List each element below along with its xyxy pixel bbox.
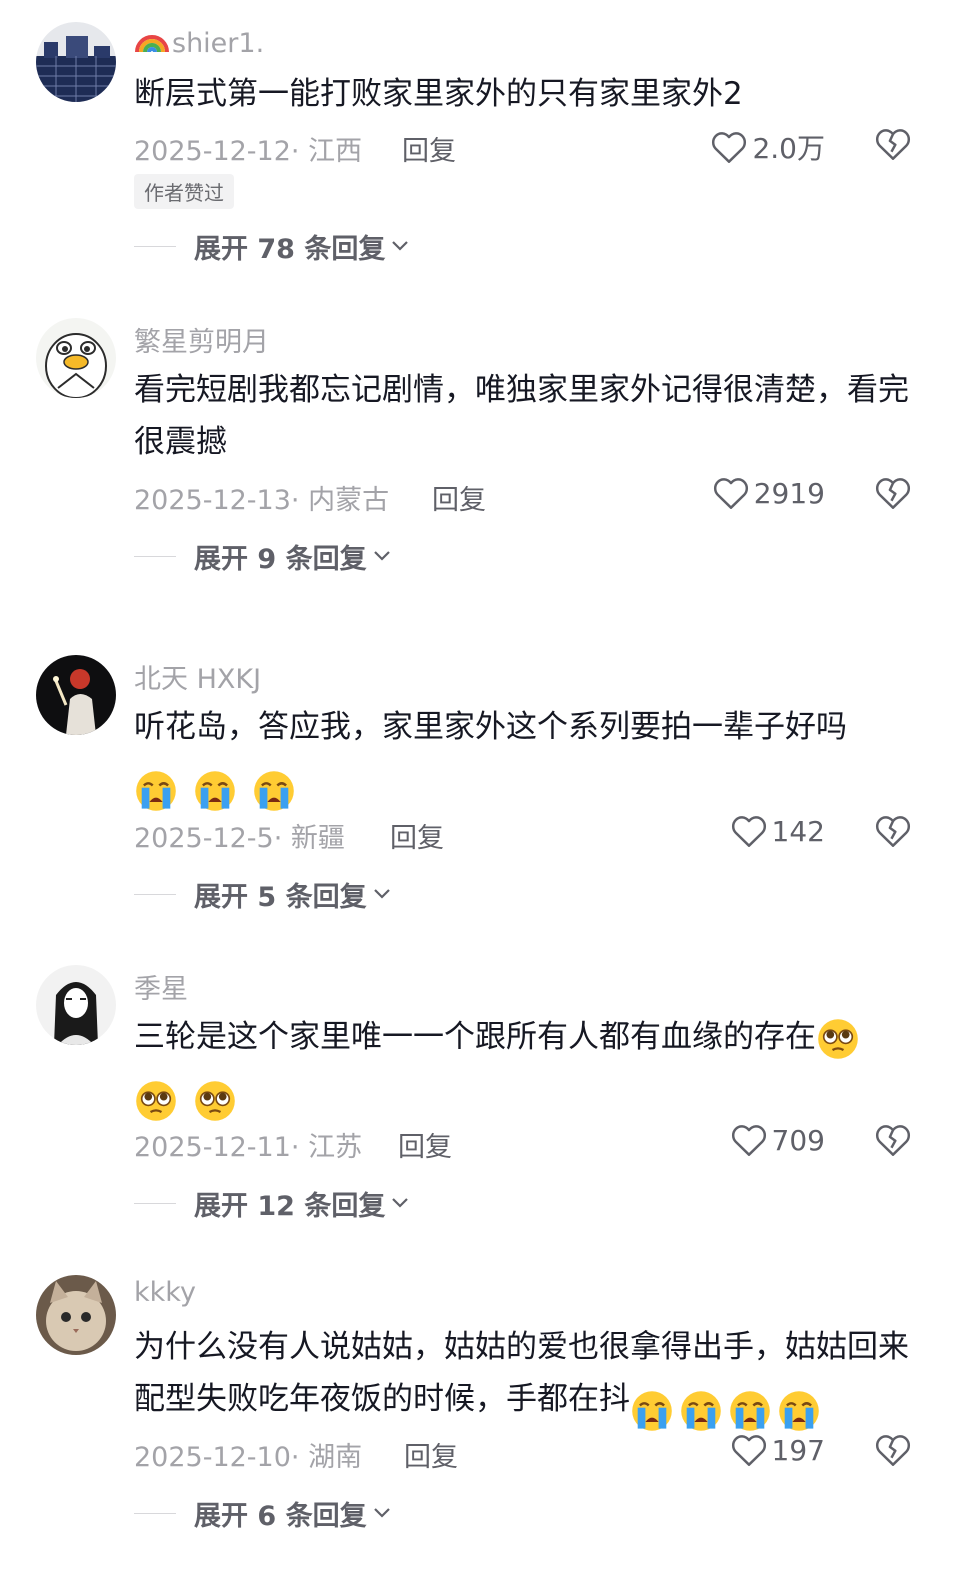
expand-replies-button[interactable]: 展开 5 条回复 xyxy=(134,876,391,913)
comment-text: 听花岛，答应我，家里家外这个系列要拍一辈子好吗 xyxy=(134,701,924,815)
comment-date-location: 2025-12-13· 内蒙古 xyxy=(134,485,390,516)
username-text: shier1. xyxy=(172,28,265,59)
divider xyxy=(134,1202,176,1204)
comment-meta: 2025-12-13· 内蒙古 回复 2919 xyxy=(134,476,960,517)
like-button[interactable]: 2.0万 xyxy=(710,127,825,167)
avatar[interactable] xyxy=(36,1275,116,1355)
crying-face-icon xyxy=(195,770,235,811)
comment-meta: 2025-12-10· 湖南 回复 197 xyxy=(134,1433,960,1474)
chevron-down-icon xyxy=(373,551,390,561)
reply-button[interactable]: 回复 xyxy=(432,478,486,517)
like-count: 197 xyxy=(771,1433,825,1467)
crying-face-icon xyxy=(730,1390,770,1431)
avatar[interactable] xyxy=(36,22,116,102)
like-count: 2.0万 xyxy=(752,132,825,165)
author-liked-badge: 作者赞过 xyxy=(134,174,234,209)
heart-icon xyxy=(731,1125,766,1156)
username[interactable]: shier1. xyxy=(134,24,264,59)
like-button[interactable]: 709 xyxy=(730,1123,825,1157)
expand-label: 展开 9 条回复 xyxy=(194,543,367,575)
reply-button[interactable]: 回复 xyxy=(404,1435,458,1474)
expand-replies-button[interactable]: 展开 78 条回复 xyxy=(134,228,409,265)
reply-button[interactable]: 回复 xyxy=(402,129,456,168)
comment-text-body: 听花岛，答应我，家里家外这个系列要拍一辈子好吗 xyxy=(134,709,847,745)
broken-heart-icon[interactable] xyxy=(874,476,912,510)
rainbow-icon xyxy=(135,35,169,53)
heart-icon xyxy=(731,1435,766,1466)
heart-icon xyxy=(713,478,748,509)
like-count: 2919 xyxy=(753,476,825,510)
expand-replies-button[interactable]: 展开 6 条回复 xyxy=(134,1495,391,1532)
divider xyxy=(134,1512,176,1514)
broken-heart-icon[interactable] xyxy=(874,1123,912,1157)
chevron-down-icon xyxy=(392,241,409,251)
crying-face-icon xyxy=(253,770,294,811)
divider xyxy=(134,555,176,557)
broken-heart-icon[interactable] xyxy=(874,127,912,161)
crying-face-icon xyxy=(136,770,176,811)
avatar[interactable] xyxy=(36,965,116,1045)
pleading-face-icon xyxy=(136,1080,176,1121)
reply-button[interactable]: 回复 xyxy=(390,816,444,855)
comment-text: 三轮是这个家里唯一一个跟所有人都有血缘的存在 xyxy=(134,1011,924,1125)
username[interactable]: kkky xyxy=(134,1277,196,1308)
username[interactable]: 繁星剪明月 xyxy=(134,320,269,359)
crying-face-icon xyxy=(632,1390,672,1431)
avatar[interactable] xyxy=(36,655,116,735)
expand-label: 展开 5 条回复 xyxy=(194,881,367,913)
chevron-down-icon xyxy=(373,889,390,899)
comment-meta: 2025-12-12· 江西 回复 2.0万 xyxy=(134,127,960,168)
expand-label: 展开 6 条回复 xyxy=(194,1500,367,1532)
emoji-row xyxy=(134,1073,242,1125)
chevron-down-icon xyxy=(392,1198,409,1208)
comment-text: 为什么没有人说姑姑，姑姑的爱也很拿得出手，姑姑回来配型失败吃年夜饭的时候，手都在… xyxy=(134,1321,924,1435)
like-count: 709 xyxy=(771,1123,825,1157)
emoji-row xyxy=(630,1383,826,1435)
comment-date-location: 2025-12-12· 江西 xyxy=(134,136,363,167)
emoji-row xyxy=(134,763,301,815)
comment-text-body: 三轮是这个家里唯一一个跟所有人都有血缘的存在 xyxy=(134,1019,816,1055)
chevron-down-icon xyxy=(373,1508,390,1518)
comment-text: 断层式第一能打败家里家外的只有家里家外2 xyxy=(134,76,743,112)
broken-heart-icon[interactable] xyxy=(874,814,912,848)
username[interactable]: 季星 xyxy=(134,967,188,1006)
comment-date-location: 2025-12-5· 新疆 xyxy=(134,823,345,854)
comment-date-location: 2025-12-10· 湖南 xyxy=(134,1442,363,1473)
divider xyxy=(134,893,176,895)
reply-button[interactable]: 回复 xyxy=(398,1125,452,1164)
like-button[interactable]: 142 xyxy=(730,814,825,848)
expand-replies-button[interactable]: 展开 9 条回复 xyxy=(134,538,391,575)
broken-heart-icon[interactable] xyxy=(874,1433,912,1467)
like-count: 142 xyxy=(771,814,825,848)
username[interactable]: 北天 HXKJ xyxy=(134,657,261,696)
heart-icon xyxy=(731,816,766,847)
heart-icon xyxy=(712,132,747,163)
crying-face-icon xyxy=(681,1390,721,1431)
comment-meta: 2025-12-11· 江苏 回复 709 xyxy=(134,1123,960,1164)
comment-meta: 2025-12-5· 新疆 回复 142 xyxy=(134,814,960,855)
pleading-face-icon xyxy=(195,1080,235,1121)
crying-face-icon xyxy=(779,1390,819,1431)
comment-text: 看完短剧我都忘记剧情，唯独家里家外记得很清楚，看完很震撼 xyxy=(134,372,909,460)
expand-label: 展开 12 条回复 xyxy=(194,1190,386,1222)
like-button[interactable]: 2919 xyxy=(712,476,825,510)
like-button[interactable]: 197 xyxy=(730,1433,825,1467)
avatar[interactable] xyxy=(36,318,116,398)
pleading-face-icon xyxy=(818,1018,858,1059)
expand-label: 展开 78 条回复 xyxy=(194,233,386,265)
comment-date-location: 2025-12-11· 江苏 xyxy=(134,1132,363,1163)
expand-replies-button[interactable]: 展开 12 条回复 xyxy=(134,1185,409,1222)
divider xyxy=(134,245,176,247)
